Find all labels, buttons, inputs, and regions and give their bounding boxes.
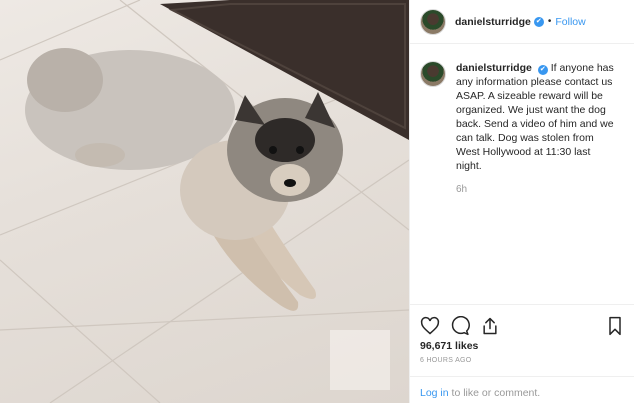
dog-photo-illustration	[0, 0, 409, 403]
like-count[interactable]: 96,671 likes	[420, 340, 478, 352]
post-photo	[0, 0, 409, 403]
separator-dot: •	[547, 16, 552, 27]
caption-comment: danielsturridge ✔ If anyone has any info…	[410, 44, 634, 197]
comment-timestamp[interactable]: 6h	[456, 183, 616, 197]
comment-bubble-icon[interactable]	[450, 315, 470, 336]
heart-icon[interactable]	[420, 316, 440, 336]
login-link[interactable]: Log in	[420, 387, 449, 399]
caption-username[interactable]: danielsturridge	[456, 62, 532, 74]
floor-reflection	[330, 330, 390, 390]
verified-badge-icon: ✔	[537, 64, 548, 75]
post-header: danielsturridge ✔ • Follow	[410, 0, 634, 44]
login-suffix: to like or comment.	[448, 387, 541, 399]
avatar[interactable]	[420, 8, 446, 35]
dog-back-paw	[75, 143, 125, 167]
dog	[25, 48, 343, 311]
dog-eye-left	[269, 146, 277, 154]
bookmark-icon[interactable]	[605, 316, 625, 336]
username[interactable]: danielsturridge	[455, 16, 531, 28]
dog-tail	[27, 48, 103, 112]
avatar[interactable]	[420, 61, 446, 87]
dog-nose	[284, 179, 296, 187]
share-icon[interactable]	[480, 316, 500, 336]
caption-text: If anyone has any information please con…	[456, 62, 614, 172]
dog-face-mask	[255, 118, 315, 162]
login-prompt: Log in to like or comment.	[410, 376, 634, 403]
dog-eye-right	[296, 146, 304, 154]
caption-body: danielsturridge ✔ If anyone has any info…	[456, 61, 616, 197]
verified-badge-icon: ✔	[533, 16, 544, 27]
post-side-panel: danielsturridge ✔ • Follow danielsturrid…	[409, 0, 634, 403]
post-age[interactable]: 6 HOURS AGO	[420, 357, 472, 364]
follow-button[interactable]: Follow	[555, 16, 585, 28]
